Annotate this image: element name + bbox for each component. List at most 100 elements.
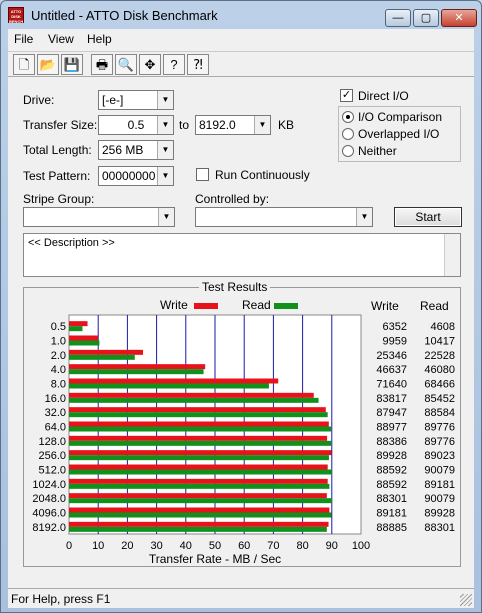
write-bar [69, 421, 329, 427]
close-button[interactable]: ✕ [441, 9, 477, 27]
run-continuously-checkbox[interactable] [196, 168, 209, 181]
write-value: 6352 [383, 321, 407, 333]
controlled-by-select[interactable]: ▼ [195, 207, 373, 227]
category-label: 128.0 [38, 436, 66, 448]
x-tick-label: 40 [180, 540, 192, 552]
drive-select[interactable]: [-e-] ▼ [98, 90, 174, 110]
direct-io-label: Direct I/O [358, 89, 409, 103]
open-folder-icon[interactable]: 📂 [37, 54, 59, 75]
write-bar [69, 321, 88, 327]
chevron-down-icon[interactable]: ▼ [157, 91, 173, 109]
app-window: ATTO DISK BENCH Untitled - ATTO Disk Ben… [0, 0, 482, 613]
write-value: 88592 [376, 479, 407, 491]
status-text: For Help, press F1 [11, 592, 111, 606]
chevron-down-icon[interactable]: ▼ [157, 141, 173, 159]
run-continuously-label: Run Continuously [215, 168, 310, 182]
read-value: 22528 [424, 350, 455, 362]
menu-file[interactable]: File [14, 32, 33, 46]
x-tick-label: 20 [121, 540, 133, 552]
read-value: 46080 [424, 364, 455, 376]
x-tick-label: 50 [209, 540, 221, 552]
total-length-value: 256 MB [102, 143, 144, 157]
chevron-down-icon[interactable]: ▼ [356, 208, 372, 226]
drive-value: [-e-] [102, 93, 124, 107]
chevron-down-icon[interactable]: ▼ [158, 208, 174, 226]
read-value: 89023 [424, 450, 455, 462]
move-icon[interactable]: ✥ [139, 54, 161, 75]
chevron-down-icon[interactable]: ▼ [157, 167, 173, 185]
context-help-icon[interactable]: ⁈ [187, 54, 209, 75]
overlapped-io-label: Overlapped I/O [358, 127, 440, 141]
x-tick-label: 100 [352, 540, 370, 552]
menu-view[interactable]: View [48, 32, 74, 46]
category-label: 1024.0 [32, 479, 66, 491]
category-label: 16.0 [45, 393, 66, 405]
x-tick-label: 90 [326, 540, 338, 552]
menu-help[interactable]: Help [87, 32, 112, 46]
chevron-down-icon[interactable]: ▼ [254, 116, 270, 134]
controlled-by-label: Controlled by: [195, 192, 270, 206]
transfer-size-label: Transfer Size: [23, 118, 98, 132]
resize-grip-icon[interactable] [460, 594, 472, 606]
neither-label: Neither [358, 144, 397, 158]
test-results-group: Test Results Write Read Write Read 0 10 20… [23, 280, 461, 567]
x-tick-label: 30 [150, 540, 162, 552]
menu-bar: File View Help [8, 29, 474, 49]
toolbar: 🗋 📂 💾 🖶 🔍 ✥ ? ⁈ [8, 51, 474, 77]
write-bar [69, 507, 330, 513]
direct-io-checkbox[interactable]: ✓ [340, 89, 353, 102]
read-value: 89928 [424, 508, 455, 520]
read-bar [69, 354, 135, 360]
read-value: 90079 [424, 493, 455, 505]
category-label: 32.0 [45, 407, 66, 419]
io-comparison-radio[interactable] [342, 111, 354, 123]
description-scrollbar[interactable] [444, 234, 460, 276]
write-bar [69, 464, 328, 470]
title-bar[interactable]: ATTO DISK BENCH Untitled - ATTO Disk Ben… [1, 1, 481, 29]
status-bar: For Help, press F1 [8, 588, 474, 608]
print-icon[interactable]: 🖶 [91, 54, 113, 75]
write-bar [69, 335, 99, 341]
read-bar [69, 426, 332, 432]
test-pattern-select[interactable]: 00000000 ▼ [98, 166, 174, 186]
description-field[interactable]: << Description >> [23, 233, 461, 277]
read-value: 88301 [424, 522, 455, 534]
write-value: 88386 [376, 436, 407, 448]
neither-radio[interactable] [342, 145, 354, 157]
write-bar [69, 392, 314, 398]
read-value: 88584 [424, 407, 455, 419]
kb-label: KB [278, 118, 295, 132]
category-label: 64.0 [45, 422, 66, 434]
write-bar [69, 478, 328, 484]
start-button[interactable]: Start [394, 207, 462, 227]
write-value: 89928 [376, 450, 407, 462]
transfer-size-to-value: 8192.0 [199, 118, 236, 132]
x-axis-label: Transfer Rate - MB / Sec [149, 552, 281, 563]
new-file-icon[interactable]: 🗋 [13, 54, 35, 75]
transfer-size-to-select[interactable]: 8192.0 ▼ [195, 115, 271, 135]
overlapped-io-radio[interactable] [342, 128, 354, 140]
window-title: Untitled - ATTO Disk Benchmark [31, 8, 218, 23]
category-label: 4096.0 [32, 508, 66, 520]
category-label: 0.5 [51, 321, 66, 333]
minimize-button[interactable]: — [385, 9, 411, 27]
transfer-size-from-select[interactable]: 0.5 ▼ [98, 115, 174, 135]
stripe-group-select[interactable]: ▼ [23, 207, 175, 227]
client-area: File View Help 🗋 📂 💾 🖶 🔍 ✥ ? ⁈ Drive: [-… [8, 29, 474, 588]
chevron-down-icon[interactable]: ▼ [157, 116, 173, 134]
transfer-size-from-value: 0.5 [127, 118, 145, 132]
read-bar [69, 397, 319, 403]
write-value: 83817 [376, 393, 407, 405]
write-bar [69, 493, 327, 499]
help-icon[interactable]: ? [163, 54, 185, 75]
category-label: 2048.0 [32, 493, 66, 505]
atto-app-icon: ATTO DISK BENCH [8, 7, 24, 24]
print-preview-icon[interactable]: 🔍 [115, 54, 137, 75]
read-bar [69, 340, 100, 346]
maximize-button[interactable]: ▢ [413, 9, 439, 27]
save-icon[interactable]: 💾 [61, 54, 83, 75]
total-length-select[interactable]: 256 MB ▼ [98, 140, 174, 160]
read-bar [69, 440, 332, 446]
read-value: 90079 [424, 465, 455, 477]
io-comparison-label: I/O Comparison [358, 110, 443, 124]
